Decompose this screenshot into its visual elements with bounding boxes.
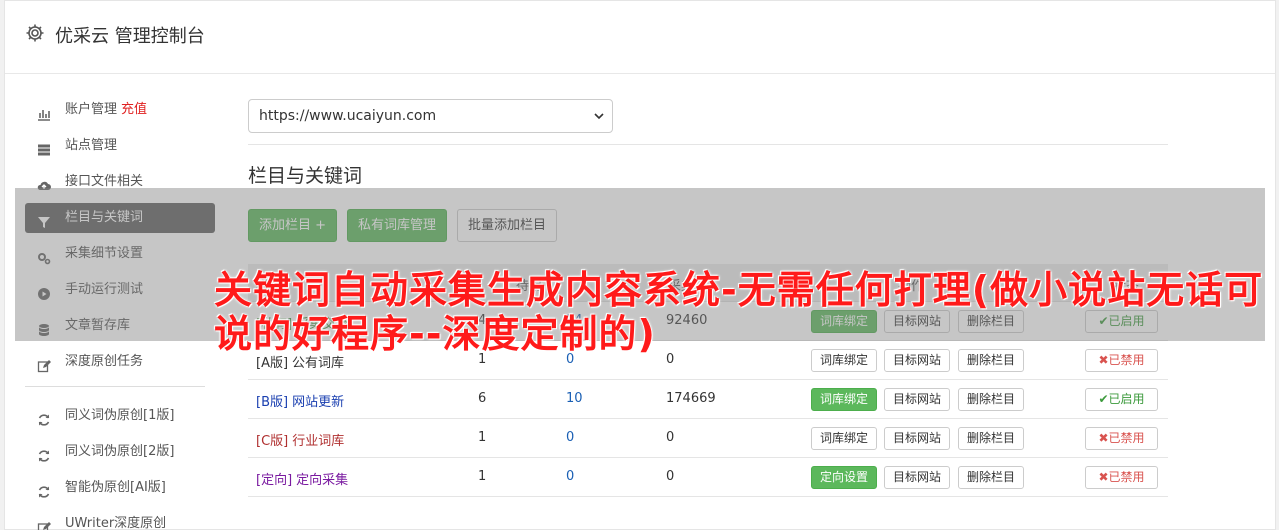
page-title: 优采云 管理控制台 (55, 26, 205, 47)
target-site-button[interactable]: 目标网站 (884, 427, 951, 450)
divider (248, 144, 1168, 145)
sidebar-item-label: 站点管理 (65, 138, 118, 153)
sidebar-item-items2-1[interactable]: 同义词伪原创[2版] (25, 437, 215, 467)
sidebar-item-label: 深度原创任务 (65, 354, 144, 369)
refresh-icon (37, 409, 51, 426)
sidebar-item-items-1[interactable]: 站点管理 (25, 131, 215, 161)
bind-lib-button[interactable]: 词库绑定 (811, 427, 878, 450)
collected-count: 174669 (666, 391, 716, 406)
sidebar-item-items2-2[interactable]: 智能伪原创[AI版] (25, 473, 215, 503)
column-name[interactable]: [B版] 网站更新 (256, 391, 344, 410)
table-row: [定向] 定向采集 1 0 0 定向设置 目标网站 删除栏目 ✖已禁用 (248, 458, 1168, 497)
recharge-link[interactable]: 充值 (121, 102, 147, 117)
refresh-icon (37, 481, 51, 498)
status-badge[interactable]: ✖已禁用 (1085, 466, 1158, 489)
sidebar-item-items2-0[interactable]: 同义词伪原创[1版] (25, 401, 215, 431)
site-select-value: https://www.ucaiyun.com (259, 108, 437, 124)
cloud-upload-icon (37, 175, 51, 190)
gear-icon (26, 24, 44, 42)
sidebar-item-label: 同义词伪原创[2版] (65, 444, 175, 459)
waiting-count[interactable]: 0 (566, 469, 574, 484)
delete-column-button[interactable]: 删除栏目 (958, 388, 1025, 411)
sidebar-divider (25, 386, 205, 387)
column-label: 行业词库 (292, 434, 345, 449)
column-label: 网站更新 (292, 395, 345, 410)
site-select[interactable]: https://www.ucaiyun.com (248, 99, 613, 133)
column-tag: [B版] (256, 395, 289, 410)
table-row: [B版] 网站更新 6 10 174669 词库绑定 目标网站 删除栏目 ✔已启用 (248, 380, 1168, 419)
status-badge[interactable]: ✔已启用 (1085, 388, 1158, 411)
sidebar-item-label: UWriter深度原创 (65, 516, 167, 530)
overlay-banner: 关键词自动采集生成内容系统-无需任何打理(做小说站无话可说的好程序--深度定制的… (214, 268, 1264, 356)
chevron-down-icon (594, 113, 604, 120)
refresh-icon (37, 445, 51, 462)
sidebar-item-label: 账户管理 (65, 102, 118, 117)
sidebar-item-items2-3[interactable]: UWriter深度原创 (25, 509, 215, 530)
column-label: 定向采集 (296, 473, 349, 488)
bind-lib-button[interactable]: 定向设置 (811, 466, 878, 489)
column-tag: [定向] (256, 473, 293, 488)
pending-count: 1 (478, 430, 487, 445)
edit-icon (37, 517, 51, 530)
collected-count: 0 (666, 430, 675, 445)
edit-icon (37, 355, 51, 373)
delete-column-button[interactable]: 删除栏目 (958, 427, 1025, 450)
waiting-count[interactable]: 10 (566, 391, 583, 406)
column-name[interactable]: [C版] 行业词库 (256, 430, 344, 449)
bind-lib-button[interactable]: 词库绑定 (811, 388, 878, 411)
target-site-button[interactable]: 目标网站 (884, 388, 951, 411)
column-label: 公有词库 (292, 356, 345, 371)
waiting-count[interactable]: 0 (566, 430, 574, 445)
column-name[interactable]: [定向] 定向采集 (256, 469, 348, 488)
header-bar: 优采云 管理控制台 (5, 1, 1275, 74)
server-icon (37, 139, 51, 156)
section-title: 栏目与关键词 (248, 165, 363, 187)
pending-count: 1 (478, 469, 487, 484)
sidebar-item-items-0[interactable]: 账户管理 充值 (25, 95, 215, 125)
column-tag: [A版] (256, 356, 289, 371)
target-site-button[interactable]: 目标网站 (884, 466, 951, 489)
collected-count: 0 (666, 469, 675, 484)
column-tag: [C版] (256, 434, 289, 449)
delete-column-button[interactable]: 删除栏目 (958, 466, 1025, 489)
sidebar-item-label: 智能伪原创[AI版] (65, 480, 166, 495)
sidebar-item-items-7[interactable]: 深度原创任务 (25, 347, 215, 377)
status-badge[interactable]: ✖已禁用 (1085, 427, 1158, 450)
sidebar-item-label: 同义词伪原创[1版] (65, 408, 175, 423)
table-row: [C版] 行业词库 1 0 0 词库绑定 目标网站 删除栏目 ✖已禁用 (248, 419, 1168, 458)
bar-chart-icon (37, 103, 51, 121)
pending-count: 6 (478, 391, 487, 406)
sidebar-item-label: 接口文件相关 (65, 174, 144, 189)
